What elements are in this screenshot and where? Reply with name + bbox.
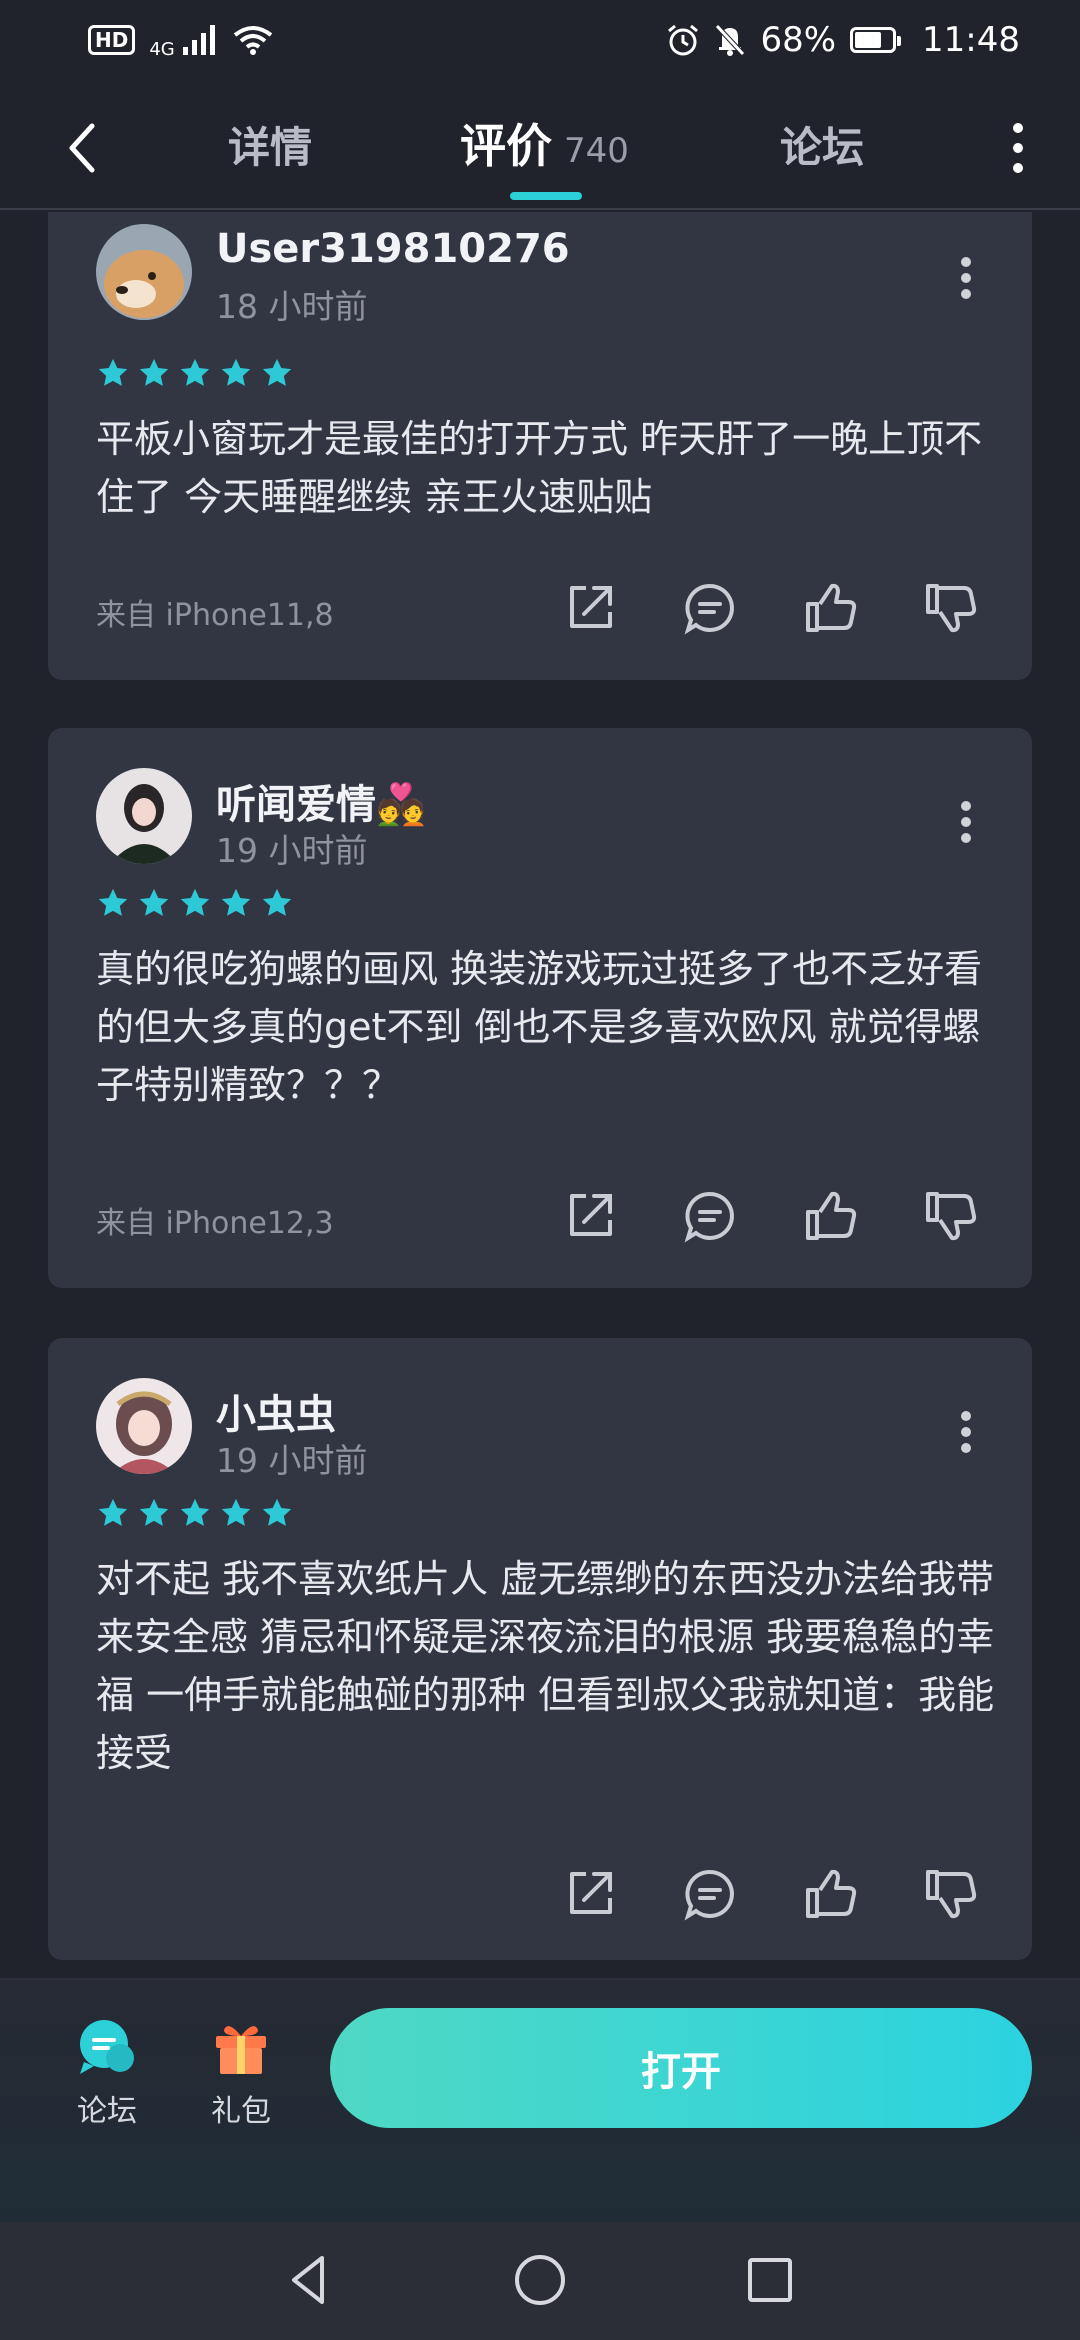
star-icon [139, 358, 169, 386]
star-icon [180, 1498, 210, 1526]
top-nav-overlay: 详情 评价 740 论坛 [0, 80, 1080, 210]
active-tab-indicator [510, 192, 582, 200]
review-time: 19 小时前 [216, 831, 368, 870]
username[interactable]: 听闻爱情💑 [216, 772, 426, 830]
network-type: 4G [149, 39, 175, 60]
tab-reviews[interactable]: 评价 740 [460, 110, 629, 176]
review-actions [562, 1188, 978, 1244]
review-text[interactable]: 真的很吃狗螺的画风 换装游戏玩过挺多了也不乏好看的但大多真的get不到 倒也不是… [96, 940, 996, 1114]
share-icon[interactable] [562, 1866, 618, 1922]
nav-home-icon[interactable] [510, 2250, 570, 2310]
back-arrow-icon[interactable] [58, 118, 108, 178]
review-card: User319810276 18 小时前 平板小窗玩才是最佳的打开方式 昨天肝了… [48, 170, 1032, 680]
star-icon [98, 1498, 128, 1526]
status-bar: HD 4G 68% 11:48 [0, 0, 1080, 80]
gift-shortcut[interactable]: 礼包 [196, 2016, 286, 2130]
tab-forum[interactable]: 论坛 [780, 114, 864, 175]
battery-percent: 68% [760, 20, 837, 60]
gift-shortcut-label: 礼包 [211, 2094, 271, 2129]
more-vertical-icon[interactable] [1008, 120, 1028, 176]
review-card: 小虫虫 19 小时前 对不起 我不喜欢纸片人 虚无缥缈的东西没办法给我带来安全感… [48, 1338, 1032, 1960]
star-icon [262, 888, 292, 916]
mute-bell-icon [715, 24, 746, 56]
comment-icon[interactable] [682, 580, 738, 636]
star-icon [221, 888, 251, 916]
star-rating [96, 356, 294, 390]
signal-icon [182, 25, 215, 55]
tab-reviews-label: 评价 [460, 119, 552, 173]
star-icon [221, 1498, 251, 1526]
status-left: HD 4G [88, 21, 273, 59]
device-label: 来自 iPhone12,3 [96, 1206, 334, 1241]
star-icon [262, 1498, 292, 1526]
avatar[interactable] [96, 1378, 192, 1474]
battery-icon [850, 27, 902, 53]
share-icon[interactable] [562, 580, 618, 636]
star-icon [262, 358, 292, 386]
wifi-icon [233, 26, 272, 55]
review-card: 听闻爱情💑 19 小时前 真的很吃狗螺的画风 换装游戏玩过挺多了也不乏好看的但大… [48, 728, 1032, 1288]
thumbs-up-icon[interactable] [802, 1866, 858, 1922]
star-icon [180, 358, 210, 386]
open-app-button[interactable]: 打开 [330, 2008, 1032, 2128]
review-time: 19 小时前 [216, 1441, 368, 1480]
review-actions [562, 1866, 978, 1922]
nav-recents-icon[interactable] [740, 2250, 800, 2310]
forum-shortcut[interactable]: 论坛 [62, 2016, 152, 2130]
girl-avatar-image [96, 768, 192, 864]
status-right: 68% 11:48 [666, 20, 1020, 60]
thumbs-down-icon[interactable] [922, 1866, 978, 1922]
review-count: 740 [564, 131, 629, 171]
thumbs-up-icon[interactable] [802, 580, 858, 636]
comment-icon[interactable] [682, 1866, 738, 1922]
username[interactable]: User319810276 [216, 226, 570, 272]
star-icon [180, 888, 210, 916]
girl-avatar-image [96, 1378, 192, 1474]
thumbs-down-icon[interactable] [922, 580, 978, 636]
star-icon [221, 358, 251, 386]
star-rating [96, 886, 294, 920]
forum-chat-icon [80, 2020, 134, 2074]
gift-box-icon [216, 2026, 266, 2074]
star-icon [139, 888, 169, 916]
app-screen: HD 4G 68% 11:48 User319810276 18 小时前 平板小… [0, 0, 1080, 2340]
avatar[interactable] [96, 768, 192, 864]
tab-details[interactable]: 详情 [228, 114, 312, 175]
more-vertical-icon[interactable] [960, 800, 972, 844]
thumbs-up-icon[interactable] [802, 1188, 858, 1244]
comment-icon[interactable] [682, 1188, 738, 1244]
device-label: 来自 iPhone11,8 [96, 598, 334, 633]
bottom-action-bar: 论坛 礼包 打开 [0, 1978, 1080, 2222]
tab-forum-label: 论坛 [780, 123, 865, 172]
review-time: 18 小时前 [216, 287, 368, 326]
more-vertical-icon[interactable] [960, 256, 972, 300]
clock: 11:48 [922, 20, 1020, 60]
more-vertical-icon[interactable] [960, 1410, 972, 1454]
star-rating [96, 1496, 294, 1530]
system-nav-bar [0, 2222, 1080, 2340]
tab-details-label: 详情 [228, 123, 313, 172]
review-text[interactable]: 对不起 我不喜欢纸片人 虚无缥缈的东西没办法给我带来安全感 猜忌和怀疑是深夜流泪… [96, 1550, 996, 1782]
thumbs-down-icon[interactable] [922, 1188, 978, 1244]
avatar[interactable] [96, 224, 192, 320]
review-text[interactable]: 平板小窗玩才是最佳的打开方式 昨天肝了一晚上顶不住了 今天睡醒继续 亲王火速贴贴 [96, 410, 996, 526]
hd-badge: HD [88, 25, 136, 55]
star-icon [98, 358, 128, 386]
alarm-icon [668, 24, 699, 56]
dog-avatar-image [96, 224, 192, 320]
nav-back-icon[interactable] [280, 2250, 340, 2310]
star-icon [98, 888, 128, 916]
forum-shortcut-label: 论坛 [77, 2094, 137, 2129]
username[interactable]: 小虫虫 [216, 1382, 336, 1440]
star-icon [139, 1498, 169, 1526]
share-icon[interactable] [562, 1188, 618, 1244]
review-actions [562, 580, 978, 636]
